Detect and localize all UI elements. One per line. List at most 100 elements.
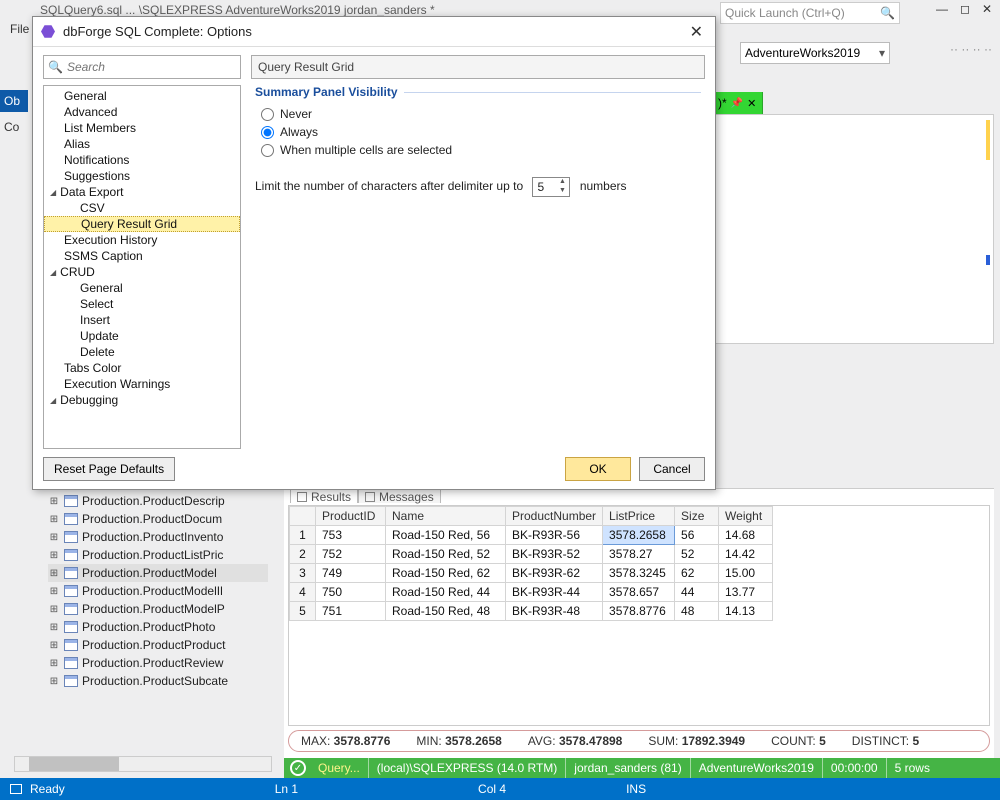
- grid-cell[interactable]: BK-R93R-52: [506, 545, 603, 564]
- document-tab-active[interactable]: )* 📌 ✕: [712, 92, 763, 114]
- radio-never[interactable]: Never: [261, 107, 701, 121]
- tree-item[interactable]: Execution History: [44, 232, 240, 248]
- tree-item[interactable]: Debugging: [44, 392, 240, 408]
- tree-item[interactable]: Alias: [44, 136, 240, 152]
- tree-item[interactable]: General: [44, 88, 240, 104]
- grid-cell[interactable]: 14.42: [719, 545, 773, 564]
- spinner-up-icon[interactable]: ▲: [556, 178, 568, 187]
- expand-icon[interactable]: ⊞: [48, 676, 60, 687]
- column-header[interactable]: Weight: [719, 507, 773, 526]
- table-node[interactable]: ⊞Production.ProductModel: [48, 564, 268, 582]
- table-node[interactable]: ⊞Production.ProductInvento: [48, 528, 268, 546]
- dialog-titlebar[interactable]: dbForge SQL Complete: Options ✕: [33, 17, 715, 47]
- tree-item[interactable]: Tabs Color: [44, 360, 240, 376]
- expand-icon[interactable]: ⊞: [48, 658, 60, 669]
- column-header[interactable]: ProductID: [316, 507, 386, 526]
- grid-cell[interactable]: BK-R93R-62: [506, 564, 603, 583]
- tree-item[interactable]: Notifications: [44, 152, 240, 168]
- grid-cell[interactable]: Road-150 Red, 56: [386, 526, 506, 545]
- tree-item[interactable]: General: [44, 280, 240, 296]
- grid-cell[interactable]: Road-150 Red, 52: [386, 545, 506, 564]
- tree-item[interactable]: Advanced: [44, 104, 240, 120]
- expand-icon[interactable]: ⊞: [48, 496, 60, 507]
- close-window-button[interactable]: ✕: [982, 2, 992, 16]
- pin-icon[interactable]: 📌: [731, 98, 743, 109]
- menu-file[interactable]: File: [0, 22, 29, 36]
- options-search-field[interactable]: [67, 60, 236, 74]
- column-header[interactable]: ListPrice: [603, 507, 675, 526]
- grid-cell[interactable]: 3578.8776: [603, 602, 675, 621]
- object-explorer-tree[interactable]: ⊞Production.ProductDescrip ⊞Production.Pr…: [48, 492, 268, 690]
- grid-cell[interactable]: 15.00: [719, 564, 773, 583]
- tree-item[interactable]: Data Export: [44, 184, 240, 200]
- grid-cell[interactable]: 13.77: [719, 583, 773, 602]
- tree-item[interactable]: Delete: [44, 344, 240, 360]
- dialog-close-button[interactable]: ✕: [686, 22, 707, 42]
- grid-cell[interactable]: BK-R93R-44: [506, 583, 603, 602]
- spinner-down-icon[interactable]: ▼: [556, 187, 568, 196]
- row-header[interactable]: 1: [290, 526, 316, 545]
- tree-item[interactable]: CRUD: [44, 264, 240, 280]
- tab-results[interactable]: Results: [290, 489, 358, 503]
- database-combo[interactable]: AdventureWorks2019: [740, 42, 890, 64]
- tree-item[interactable]: SSMS Caption: [44, 248, 240, 264]
- options-search-input[interactable]: 🔍: [43, 55, 241, 79]
- grid-cell[interactable]: 56: [675, 526, 719, 545]
- grid-cell[interactable]: 14.68: [719, 526, 773, 545]
- grid-cell[interactable]: Road-150 Red, 62: [386, 564, 506, 583]
- column-header[interactable]: Size: [675, 507, 719, 526]
- object-explorer-tab[interactable]: Ob: [0, 90, 28, 112]
- tree-item[interactable]: Select: [44, 296, 240, 312]
- grid-cell[interactable]: 749: [316, 564, 386, 583]
- row-header[interactable]: 5: [290, 602, 316, 621]
- scrollbar-thumb[interactable]: [29, 757, 119, 771]
- grid-cell[interactable]: Road-150 Red, 48: [386, 602, 506, 621]
- expand-icon[interactable]: ⊞: [48, 550, 60, 561]
- expand-icon[interactable]: ⊞: [48, 568, 60, 579]
- grid-cell[interactable]: BK-R93R-56: [506, 526, 603, 545]
- minimize-button[interactable]: —: [936, 2, 948, 16]
- grid-cell[interactable]: 62: [675, 564, 719, 583]
- tree-item[interactable]: Update: [44, 328, 240, 344]
- table-node[interactable]: ⊞Production.ProductDescrip: [48, 492, 268, 510]
- tree-item[interactable]: Suggestions: [44, 168, 240, 184]
- grid-cell[interactable]: 14.13: [719, 602, 773, 621]
- grid-cell[interactable]: 3578.657: [603, 583, 675, 602]
- table-node[interactable]: ⊞Production.ProductReview: [48, 654, 268, 672]
- grid-cell[interactable]: 44: [675, 583, 719, 602]
- tree-item[interactable]: Execution Warnings: [44, 376, 240, 392]
- tree-item-selected[interactable]: Query Result Grid: [44, 216, 240, 232]
- tree-item[interactable]: List Members: [44, 120, 240, 136]
- grid-cell[interactable]: 3578.27: [603, 545, 675, 564]
- column-header[interactable]: ProductNumber: [506, 507, 603, 526]
- grid-cell[interactable]: 752: [316, 545, 386, 564]
- grid-cell[interactable]: 750: [316, 583, 386, 602]
- maximize-button[interactable]: ◻: [960, 2, 970, 16]
- grid-cell[interactable]: 751: [316, 602, 386, 621]
- row-header[interactable]: 3: [290, 564, 316, 583]
- grid-cell[interactable]: 48: [675, 602, 719, 621]
- row-header[interactable]: 4: [290, 583, 316, 602]
- grid-cell[interactable]: BK-R93R-48: [506, 602, 603, 621]
- sidebar-tab-2[interactable]: Co: [0, 116, 28, 138]
- expand-icon[interactable]: ⊞: [48, 640, 60, 651]
- limit-spinner[interactable]: 5 ▲▼: [532, 177, 570, 197]
- cancel-button[interactable]: Cancel: [639, 457, 705, 481]
- table-node[interactable]: ⊞Production.ProductPhoto: [48, 618, 268, 636]
- ok-button[interactable]: OK: [565, 457, 631, 481]
- reset-defaults-button[interactable]: Reset Page Defaults: [43, 457, 175, 481]
- table-node[interactable]: ⊞Production.ProductListPric: [48, 546, 268, 564]
- object-explorer-scrollbar[interactable]: [14, 756, 272, 772]
- table-node[interactable]: ⊞Production.ProductSubcate: [48, 672, 268, 690]
- tree-item[interactable]: CSV: [44, 200, 240, 216]
- results-grid[interactable]: ProductIDNameProductNumberListPriceSizeW…: [288, 505, 990, 726]
- table-node[interactable]: ⊞Production.ProductProduct: [48, 636, 268, 654]
- tree-item[interactable]: Insert: [44, 312, 240, 328]
- expand-icon[interactable]: ⊞: [48, 586, 60, 597]
- close-icon[interactable]: ✕: [747, 97, 756, 110]
- expand-icon[interactable]: ⊞: [48, 532, 60, 543]
- quick-launch-input[interactable]: Quick Launch (Ctrl+Q) 🔍: [720, 2, 900, 24]
- radio-always[interactable]: Always: [261, 125, 701, 139]
- grid-cell[interactable]: 3578.3245: [603, 564, 675, 583]
- grid-cell[interactable]: 3578.2658: [603, 526, 675, 545]
